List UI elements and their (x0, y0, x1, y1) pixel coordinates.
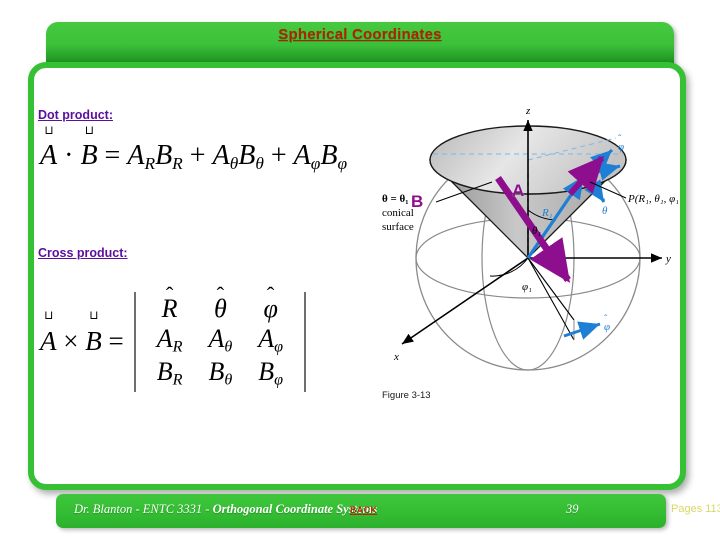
determinant-matrix: ˆR ˆθ ˆφ AR Aθ Aφ BR Bθ Bφ (133, 283, 307, 392)
b-theta: B (208, 356, 225, 386)
b-theta-cell: Bθ (195, 357, 245, 390)
term-1-a: A (127, 140, 145, 171)
unit-vector-phi-bottom-arrow (563, 321, 601, 340)
point-p-label: P(R₁, θ₁, φ₁) (627, 193, 678, 205)
b-phi-sub: φ (274, 371, 284, 389)
a-phi-cell: Aφ (245, 324, 296, 357)
term-2-a: A (212, 140, 230, 171)
cross-vector-b-term: ⊔ B (85, 309, 102, 357)
footer-dash-2: - (205, 502, 210, 516)
term-3-a: A (293, 140, 311, 171)
a-phi-sub: φ (274, 338, 284, 356)
z-axis-label: z (525, 105, 531, 117)
phi-angle-arc-2 (489, 257, 529, 277)
y-axis-label: y (665, 253, 671, 265)
term-3-b-sub: φ (337, 153, 348, 173)
a-theta-sub: θ (224, 338, 233, 356)
a-r: A (156, 324, 173, 354)
hat-icon-theta: ˆ (216, 282, 225, 308)
vector-b-term: ⊔ B (80, 124, 98, 172)
equals-sign: = (104, 140, 121, 171)
hat-icon-r: ˆ (165, 282, 174, 308)
projection-line-2 (527, 257, 575, 321)
cross-symbol-b: B (85, 326, 102, 357)
cross-product-heading: Cross product: (38, 246, 128, 260)
a-theta-cell: Aθ (195, 324, 245, 357)
b-r-sub: R (172, 371, 183, 389)
cross-symbol-a: A (40, 326, 57, 357)
back-link[interactable]: BACK (350, 505, 377, 515)
conical-surface-label-line3: surface (382, 221, 414, 233)
cross-lhs: ⊔ A × ⊔ B = (40, 309, 128, 357)
b-phi-cell: Bφ (245, 357, 296, 390)
unit-vector-phi-cell: ˆφ (245, 283, 296, 324)
footer-dash-1: - (135, 502, 140, 516)
a-phi: A (258, 324, 275, 354)
determinant-row-a: AR Aθ Aφ (144, 324, 296, 357)
conical-surface-label-line1: θ = θ₁ (382, 193, 409, 205)
vector-mark-a: ⊔ (44, 123, 54, 137)
a-r-sub: R (172, 338, 183, 356)
page-title: Spherical Coordinates (278, 26, 442, 43)
vector-mark-b: ⊔ (84, 123, 95, 137)
phi-angle-label: φ₁ (522, 281, 532, 293)
symbol-b: B (80, 140, 98, 171)
footer-page-number: 39 (566, 502, 579, 516)
footer-author: Dr. Blanton (74, 502, 133, 516)
a-r-cell: AR (144, 324, 196, 357)
unit-vector-phi-label: φ ˆ (618, 134, 624, 153)
determinant-row-unit-vectors: ˆR ˆθ ˆφ (144, 283, 296, 324)
term-2-a-sub: θ (229, 153, 239, 173)
plus-2: + (270, 140, 287, 171)
term-1-b-sub: R (172, 153, 183, 173)
determinant-row-b: BR Bθ Bφ (144, 357, 296, 390)
spherical-diagram-svg: z y x P(R₁, θ₁, φ₁) R₁ θ₁ φ₁ θ = θ₁ coni… (382, 105, 678, 371)
cross-vector-mark-b: ⊔ (89, 308, 99, 323)
cross-equals-sign: = (108, 326, 124, 357)
slide: Spherical Coordinates Dot product: ⊔ A ·… (0, 0, 720, 540)
cross-vector-a-term: ⊔ A (40, 309, 57, 357)
b-r-cell: BR (144, 357, 196, 390)
a-theta: A (208, 324, 225, 354)
symbol-a: A (40, 140, 58, 171)
term-2-b-sub: θ (255, 153, 264, 173)
term-3-a-sub: φ (310, 153, 321, 173)
b-theta-sub: θ (224, 371, 233, 389)
footer-credit: Dr. Blanton - ENTC 3331 - Orthogonal Coo… (74, 502, 377, 517)
plus-1: + (189, 140, 206, 171)
term-2-b: B (238, 140, 256, 171)
hat-icon-phi: ˆ (266, 282, 275, 308)
term-3-b: B (320, 140, 338, 171)
conical-surface-label-line2: conical (382, 207, 414, 219)
b-r: B (156, 356, 173, 386)
cross-operator: × (63, 326, 79, 357)
spherical-coordinates-figure: z y x P(R₁, θ₁, φ₁) R₁ θ₁ φ₁ θ = θ₁ coni… (378, 98, 678, 398)
dot-product-heading: Dot product: (38, 108, 113, 122)
figure-caption: Figure 3-13 (382, 390, 431, 401)
dot-product-equation: ⊔ A · ⊔ B = ARBR + AθBθ + AφBφ (40, 124, 348, 174)
unit-vector-theta-cell: ˆθ (195, 283, 245, 324)
cross-vector-mark-a: ⊔ (43, 308, 54, 323)
unit-vector-theta-label: θ ˆ (602, 198, 608, 217)
term-1-b: B (155, 140, 173, 171)
cross-product-equation: ⊔ A × ⊔ B = ˆR ˆ θ ˆ φ AR Aθ Aφ BR Bθ Bφ (40, 283, 307, 392)
vector-a-label: A (512, 181, 525, 200)
projection-line-1 (527, 257, 575, 341)
vector-a-term: ⊔ A (40, 124, 58, 172)
theta-angle-label: θ₁ (532, 225, 541, 237)
x-axis-label: x (393, 351, 399, 363)
footer-course: ENTC 3331 (142, 502, 203, 516)
vector-b-label: B (411, 192, 424, 211)
x-axis (401, 257, 529, 345)
footer-pages-reference: Pages 113-114 (671, 503, 720, 515)
dot-operator: · (64, 140, 74, 171)
b-phi: B (258, 356, 275, 386)
unit-vector-r-cell: ˆR (144, 283, 196, 324)
term-1-a-sub: R (144, 153, 156, 173)
unit-vector-phi-bottom-label: φ ˆ (604, 314, 610, 333)
radius-label: R₁ (541, 207, 553, 219)
